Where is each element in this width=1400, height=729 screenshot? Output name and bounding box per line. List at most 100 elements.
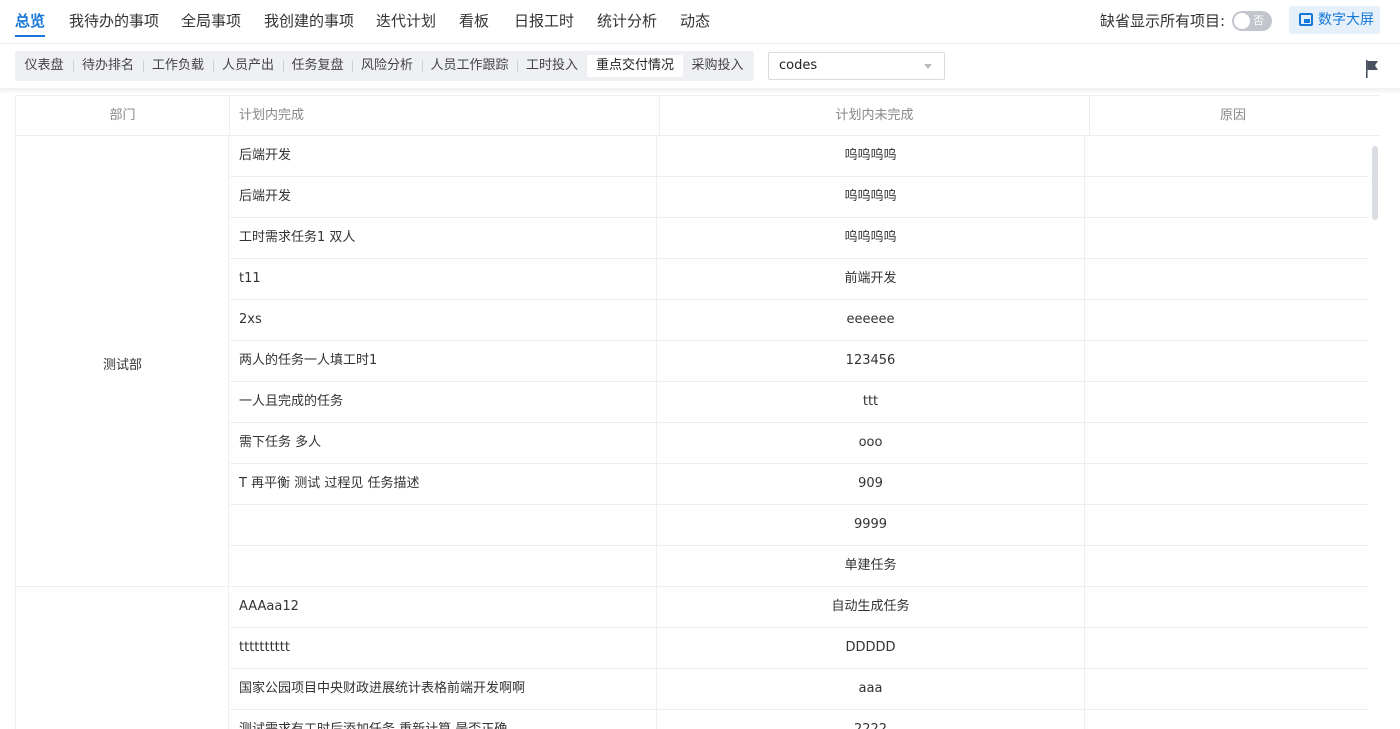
reason-cell — [1085, 177, 1371, 217]
planned-done-cell: tttttttttt — [230, 628, 657, 668]
chevron-down-icon — [924, 64, 932, 69]
planned-undone-cell: 自动生成任务 — [657, 587, 1085, 627]
planned-done-cell: 工时需求任务1 双人 — [230, 218, 657, 258]
table-row: 2xs eeeeee — [230, 300, 1371, 341]
planned-undone-cell: 2222 — [657, 710, 1085, 729]
sub-tab-bar: 仪表盘 待办排名 工作负载 人员产出 任务复盘 风险分析 人员工作跟踪 工时投入… — [0, 44, 1400, 90]
analysis-subtabs: 仪表盘 待办排名 工作负载 人员产出 任务复盘 风险分析 人员工作跟踪 工时投入… — [15, 51, 754, 81]
planned-done-cell: AAAaa12 — [230, 587, 657, 627]
planned-undone-cell: 123456 — [657, 341, 1085, 381]
planned-done-cell: 后端开发 — [230, 177, 657, 217]
reason-cell — [1085, 669, 1371, 709]
bigscreen-label: 数字大屏 — [1318, 12, 1374, 28]
tab-kanban[interactable]: 看板 — [459, 11, 489, 31]
planned-done-cell: 测试需求有工时后添加任务 重新计算 是否正确 — [230, 710, 657, 729]
header-department: 部门 — [16, 96, 230, 136]
subtab-staff-tracking[interactable]: 人员工作跟踪 — [422, 55, 518, 77]
reason-cell — [1085, 341, 1371, 381]
planned-done-cell — [230, 546, 657, 586]
planned-done-cell: t11 — [230, 259, 657, 299]
planned-done-cell: T 再平衡 测试 过程见 任务描述 — [230, 464, 657, 504]
planned-undone-cell: DDDDD — [657, 628, 1085, 668]
planned-done-cell — [230, 505, 657, 545]
toggle-state-text: 否 — [1253, 14, 1264, 27]
subtab-key-delivery[interactable]: 重点交付情况 — [587, 55, 683, 77]
subtab-risk-analysis[interactable]: 风险分析 — [352, 55, 423, 77]
planned-undone-cell: 909 — [657, 464, 1085, 504]
tab-iteration-plan[interactable]: 迭代计划 — [376, 11, 436, 31]
department-cell: 测试部 — [16, 136, 229, 587]
reason-cell — [1085, 710, 1371, 729]
table-row: 需下任务 多人 ooo — [230, 423, 1371, 464]
subtab-hours-input[interactable]: 工时投入 — [517, 55, 587, 77]
show-all-projects-label: 缺省显示所有项目: — [1100, 12, 1226, 30]
table-row: 测试需求有工时后添加任务 重新计算 是否正确2222 — [230, 710, 1371, 729]
planned-undone-cell: 前端开发 — [657, 259, 1085, 299]
tab-statistics[interactable]: 统计分析 — [597, 11, 657, 31]
table-row: 后端开发 呜呜呜呜 — [230, 136, 1371, 177]
planned-undone-cell: ooo — [657, 423, 1085, 463]
reason-cell — [1085, 423, 1371, 463]
reason-cell — [1085, 505, 1371, 545]
table-row: 后端开发 呜呜呜呜 — [230, 177, 1371, 218]
table-row: T 再平衡 测试 过程见 任务描述 909 — [230, 464, 1371, 505]
reason-cell — [1085, 136, 1371, 176]
tab-my-created[interactable]: 我创建的事项 — [264, 11, 354, 31]
planned-done-cell: 需下任务 多人 — [230, 423, 657, 463]
table-row: 工时需求任务1 双人 呜呜呜呜 — [230, 218, 1371, 259]
reason-cell — [1085, 587, 1371, 627]
department-name: 测试部 — [102, 357, 142, 373]
planned-undone-cell: 单建任务 — [657, 546, 1085, 586]
divider — [0, 88, 1400, 94]
planned-done-cell: 国家公园项目中央财政进展统计表格前端开发啊啊 — [230, 669, 657, 709]
planned-done-cell: 后端开发 — [230, 136, 657, 176]
subtab-procurement[interactable]: 采购投入 — [683, 55, 752, 77]
planned-done-cell: 一人且完成的任务 — [230, 382, 657, 422]
table-row: 单建任务 — [230, 546, 1371, 587]
table-row: 9999 — [230, 505, 1371, 546]
subtab-workload[interactable]: 工作负载 — [143, 55, 214, 77]
digital-bigscreen-button[interactable]: 数字大屏 — [1289, 6, 1380, 34]
screen-icon — [1299, 13, 1313, 26]
subtab-staff-output[interactable]: 人员产出 — [213, 55, 284, 77]
reason-cell — [1085, 259, 1371, 299]
planned-undone-cell: eeeeee — [657, 300, 1085, 340]
planned-undone-cell: 呜呜呜呜 — [657, 218, 1085, 258]
header-reason: 原因 — [1219, 108, 1246, 123]
reason-cell — [1085, 628, 1371, 668]
reason-cell — [1085, 300, 1371, 340]
header-planned-done: 计划内完成 — [230, 96, 660, 136]
planned-undone-cell: 呜呜呜呜 — [657, 136, 1085, 176]
tab-my-todo[interactable]: 我待办的事项 — [69, 11, 159, 31]
top-nav: 总览 我待办的事项 全局事项 我创建的事项 迭代计划 看板 日报工时 统计分析 … — [0, 0, 1400, 44]
subtab-task-review[interactable]: 任务复盘 — [283, 55, 353, 77]
tab-global-items[interactable]: 全局事项 — [181, 11, 241, 31]
reason-cell — [1085, 546, 1371, 586]
project-select-value: codes — [779, 58, 818, 73]
planned-undone-cell: aaa — [657, 669, 1085, 709]
department-cell — [16, 587, 229, 729]
tab-daily-hours[interactable]: 日报工时 — [514, 11, 574, 31]
project-select[interactable]: codes — [768, 52, 945, 80]
scrollbar-track[interactable] — [1369, 138, 1379, 729]
table-header: 部门 计划内完成 计划内未完成 原因 — [16, 96, 1380, 136]
planned-undone-cell: 9999 — [657, 505, 1085, 545]
tab-overview[interactable]: 总览 — [15, 11, 46, 37]
table-row: tttttttttt DDDDD — [230, 628, 1371, 669]
key-delivery-table: 部门 计划内完成 计划内未完成 原因 测试部 后端开发 呜呜呜呜 后端开发 呜呜呜呜 工时… — [15, 95, 1380, 729]
planned-done-cell: 2xs — [230, 300, 657, 340]
planned-undone-cell: ttt — [657, 382, 1085, 422]
planned-undone-cell: 呜呜呜呜 — [657, 177, 1085, 217]
reason-cell — [1085, 382, 1371, 422]
subtab-todo-ranking[interactable]: 待办排名 — [73, 55, 144, 77]
show-all-projects-toggle[interactable]: 否 — [1232, 11, 1272, 31]
planned-done-cell: 两人的任务一人填工时1 — [230, 341, 657, 381]
subtab-dashboard[interactable]: 仪表盘 — [15, 55, 74, 77]
reason-cell — [1085, 464, 1371, 504]
reason-cell — [1085, 218, 1371, 258]
tab-activity[interactable]: 动态 — [680, 11, 710, 31]
table-row: 一人且完成的任务 ttt — [230, 382, 1371, 423]
toggle-knob — [1234, 13, 1250, 29]
flag-icon[interactable] — [1364, 59, 1380, 79]
scrollbar-thumb[interactable] — [1372, 146, 1378, 220]
